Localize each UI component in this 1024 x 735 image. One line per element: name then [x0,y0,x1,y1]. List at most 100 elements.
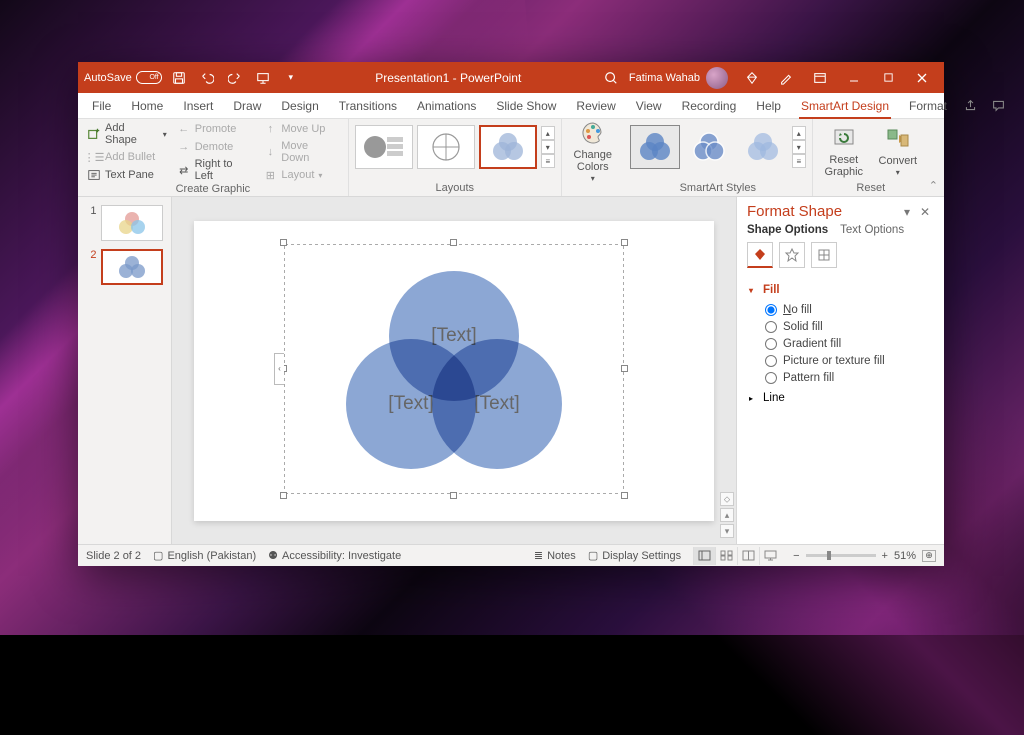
tab-view[interactable]: View [626,93,672,118]
resize-handle[interactable] [450,492,457,499]
start-slideshow-button[interactable] [252,66,274,90]
resize-handle[interactable] [450,239,457,246]
normal-view-button[interactable] [693,547,715,565]
resize-handle[interactable] [280,239,287,246]
resize-handle[interactable] [280,492,287,499]
language-button[interactable]: ▢English (Pakistan) [153,549,256,562]
fill-section-header[interactable]: ▾Fill [749,280,932,300]
style-more[interactable]: ≡ [792,154,806,168]
zoom-in-button[interactable]: + [882,550,888,562]
smartart-selection[interactable]: ‹ [Text] [Text] [Text] [284,243,624,495]
tab-draw[interactable]: Draw [223,93,271,118]
text-options-tab[interactable]: Text Options [840,224,904,236]
layout-option-2[interactable] [417,125,475,169]
status-bar: Slide 2 of 2 ▢English (Pakistan) ⚉Access… [78,544,944,566]
ribbon-display-button[interactable] [804,65,836,91]
effects-icon[interactable] [779,242,805,268]
tab-home[interactable]: Home [121,93,173,118]
tab-insert[interactable]: Insert [173,93,223,118]
tab-transitions[interactable]: Transitions [329,93,407,118]
fill-line-icon[interactable] [747,242,773,268]
style-scroll-up[interactable]: ▴ [792,126,806,140]
layout-scroll-up[interactable]: ▴ [541,126,555,140]
tab-slideshow[interactable]: Slide Show [486,93,566,118]
slide-thumb-1[interactable] [101,205,163,241]
layout-more[interactable]: ≡ [541,154,555,168]
tab-design[interactable]: Design [271,93,328,118]
diamond-icon[interactable] [736,65,768,91]
pen-icon[interactable] [770,65,802,91]
group-layouts: ▴ ▾ ≡ Layouts [349,119,562,196]
zoom-slider[interactable] [806,554,876,557]
layout-option-venn[interactable] [479,125,537,169]
close-button[interactable] [906,65,938,91]
zoom-out-button[interactable]: − [793,550,799,562]
sorter-view-button[interactable] [715,547,737,565]
style-option-2[interactable] [684,125,734,169]
reset-graphic-button[interactable]: Reset Graphic [819,121,869,181]
layout-option-1[interactable] [355,125,413,169]
slide-thumb-2[interactable] [101,249,163,285]
resize-handle[interactable] [621,239,628,246]
qat-more-button[interactable]: ▾ [280,66,302,90]
display-settings-button[interactable]: ▢Display Settings [588,549,681,562]
bullet-icon: ⋮☰ [87,150,101,164]
maximize-button[interactable] [872,65,904,91]
avatar-icon [706,67,728,89]
slide-indicator[interactable]: Slide 2 of 2 [86,550,141,562]
tab-recording[interactable]: Recording [672,93,747,118]
slide-thumbnails: 1 2 [78,197,172,544]
picture-fill-radio[interactable]: Picture or texture fill [765,355,932,367]
account-button[interactable]: Fatima Wahab [629,67,728,89]
solid-fill-radio[interactable]: Solid fill [765,321,932,333]
comments-button[interactable] [985,95,1011,117]
style-option-3[interactable] [738,125,788,169]
prev-slide-button[interactable]: ▴ [720,508,734,522]
pattern-fill-radio[interactable]: Pattern fill [765,372,932,384]
add-shape-button[interactable]: Add Shape ▾ [84,121,170,147]
slide-canvas[interactable]: ‹ [Text] [Text] [Text] ⬦ ▴ ▾ [172,197,736,544]
save-button[interactable] [168,66,190,90]
autosave-toggle[interactable]: AutoSave Off [84,71,162,84]
collapse-ribbon-button[interactable]: ⌃ [929,179,938,192]
prev-slide-button[interactable]: ⬦ [720,492,734,506]
pane-close-button[interactable]: ✕ [916,205,934,219]
tab-format[interactable]: Format [899,93,957,118]
style-scroll-down[interactable]: ▾ [792,140,806,154]
next-slide-button[interactable]: ▾ [720,524,734,538]
text-pane-toggle[interactable]: ‹ [274,353,284,385]
powerpoint-window: AutoSave Off ▾ Presentation1 - PowerPoin… [78,62,944,566]
redo-button[interactable] [224,66,246,90]
change-colors-button[interactable]: Change Colors ▾ [568,121,618,181]
search-button[interactable] [595,65,627,91]
resize-handle[interactable] [621,365,628,372]
tab-help[interactable]: Help [746,93,791,118]
layout-scroll-down[interactable]: ▾ [541,140,555,154]
venn-circle-3[interactable]: [Text] [432,339,562,469]
line-section-header[interactable]: ▸Line [749,388,932,408]
share-button[interactable] [957,95,983,117]
tab-animations[interactable]: Animations [407,93,486,118]
tab-smartart-design[interactable]: SmartArt Design [791,93,899,118]
tab-review[interactable]: Review [566,93,625,118]
tab-file[interactable]: File [82,93,121,118]
right-to-left-button[interactable]: ⇄Right to Left [174,157,257,183]
no-fill-radio[interactable]: No fill [765,304,932,316]
shape-options-tab[interactable]: Shape Options [747,224,828,236]
gradient-fill-radio[interactable]: Gradient fill [765,338,932,350]
size-properties-icon[interactable] [811,242,837,268]
notes-button[interactable]: ≣Notes [534,549,576,562]
text-pane-button[interactable]: Text Pane [84,167,170,183]
convert-button[interactable]: Convert ▾ [873,121,923,181]
reading-view-button[interactable] [737,547,759,565]
fit-to-window-button[interactable]: ⊕ [922,550,936,562]
minimize-button[interactable] [838,65,870,91]
style-option-1[interactable] [630,125,680,169]
slideshow-view-button[interactable] [759,547,781,565]
accessibility-button[interactable]: ⚉Accessibility: Investigate [268,549,401,562]
pane-options-button[interactable]: ▾ [898,205,916,219]
undo-button[interactable] [196,66,218,90]
zoom-level[interactable]: 51% [894,550,916,562]
person-icon: ⚉ [268,549,278,562]
resize-handle[interactable] [621,492,628,499]
